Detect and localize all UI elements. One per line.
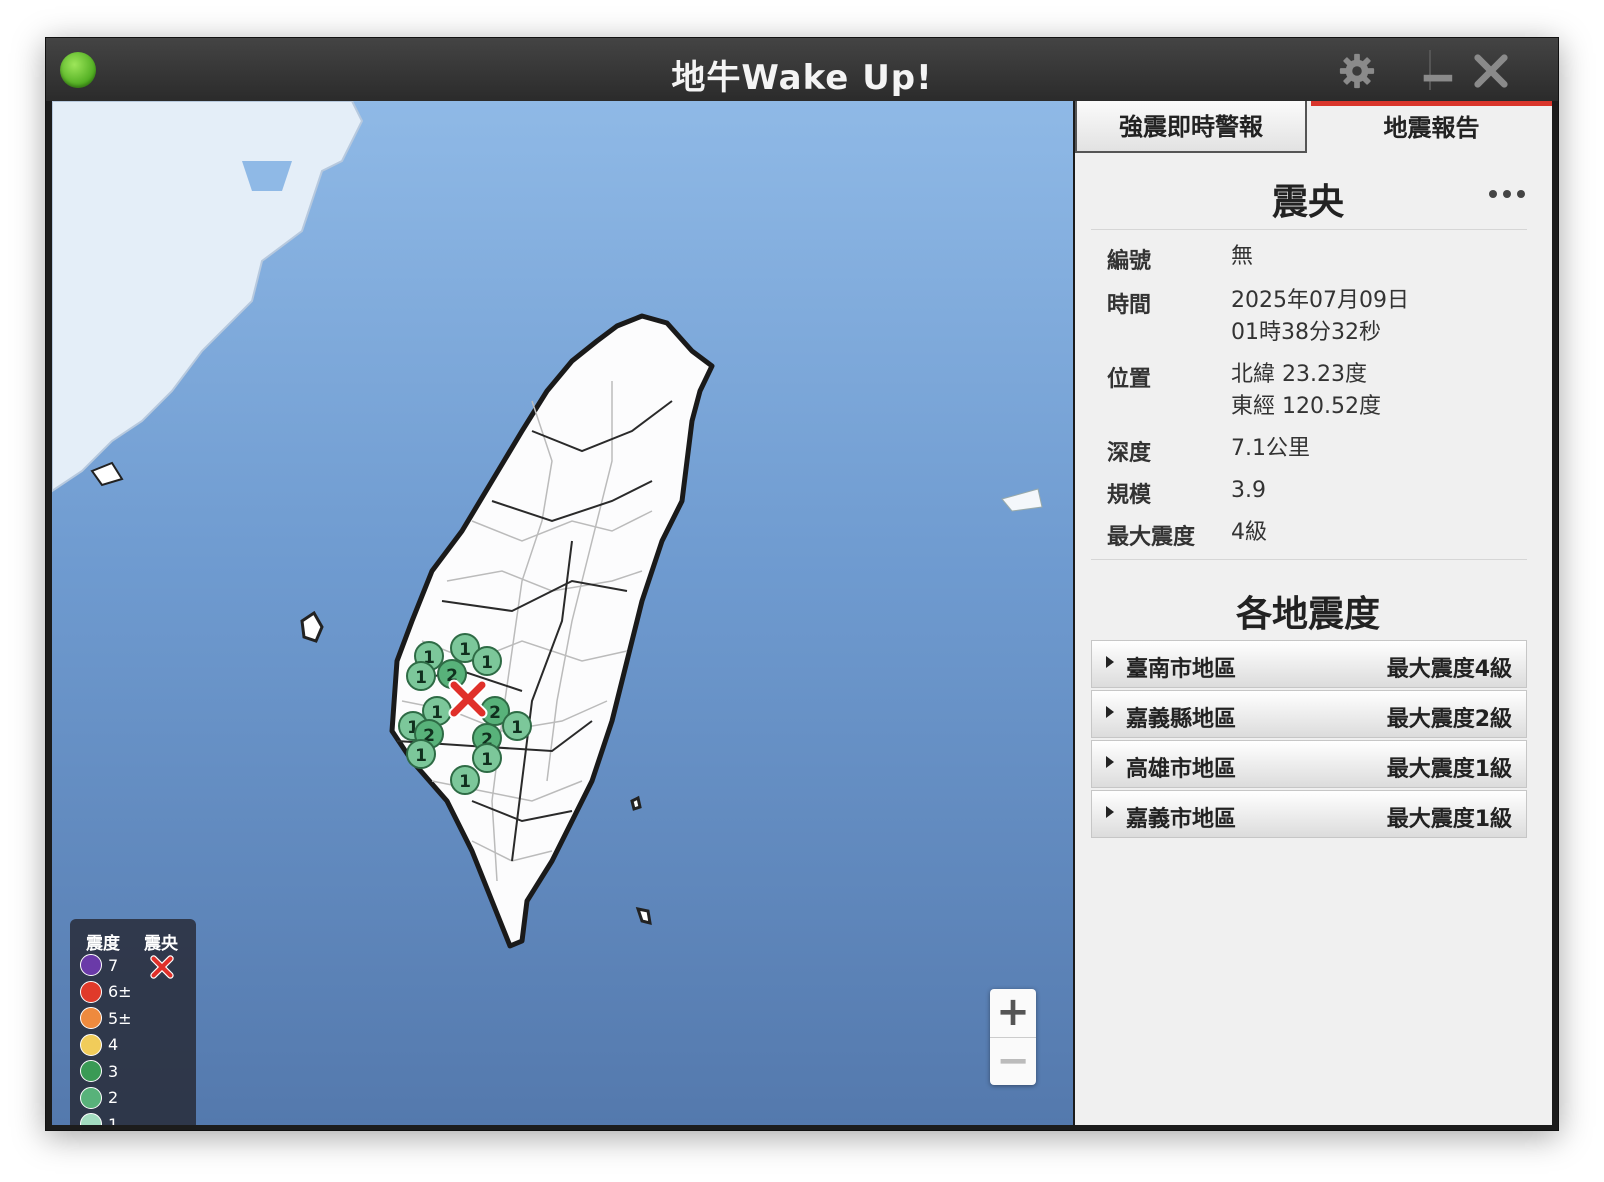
- legend-level-label: 4: [108, 1035, 119, 1054]
- field-value: 4級: [1231, 520, 1267, 545]
- intensity-station-marker[interactable]: 1: [406, 739, 436, 769]
- field-label: 規模: [1107, 483, 1152, 508]
- app-window: 地牛Wake Up! 1 1 1 1 2 1 2 1 2 1 2 1 1 1 震…: [45, 37, 1559, 1131]
- intensity-station-marker[interactable]: 1: [450, 765, 480, 795]
- legend-epicenter-icon: [150, 955, 174, 979]
- intensity-dot-icon: [80, 1060, 102, 1082]
- zoom-control: + −: [990, 989, 1036, 1085]
- region-max-intensity: 最大震度2級: [1386, 707, 1512, 732]
- region-max-intensity: 最大震度1級: [1386, 757, 1512, 782]
- intensity-dot-icon: [80, 980, 102, 1003]
- more-options-icon[interactable]: [1487, 187, 1527, 201]
- legend-level: 2: [80, 1086, 118, 1110]
- zoom-out-button[interactable]: −: [990, 1037, 1036, 1085]
- legend-level-label: 6±: [108, 982, 132, 1001]
- region-max-intensity: 最大震度1級: [1386, 807, 1512, 832]
- region-row[interactable]: 嘉義市地區 最大震度1級: [1091, 790, 1527, 838]
- field-label: 位置: [1107, 367, 1152, 392]
- intensity-dot-icon: [80, 1007, 102, 1029]
- tab-earthquake-report[interactable]: 地震報告: [1311, 101, 1552, 153]
- legend-level: 7: [80, 953, 118, 977]
- settings-gear-icon[interactable]: [1338, 52, 1376, 90]
- legend-level-label: 3: [108, 1061, 119, 1081]
- intensity-dot-icon: [80, 1113, 102, 1125]
- region-row[interactable]: 嘉義縣地區 最大震度2級: [1091, 690, 1527, 738]
- intensity-station-marker[interactable]: 1: [472, 646, 502, 676]
- yonaguni-island: [1001, 488, 1043, 512]
- minimize-icon[interactable]: [1418, 52, 1456, 90]
- epicenter-heading: 震央: [1271, 182, 1344, 223]
- intensity-legend: 震度 震央 7 6± 5± 4 3 2 1: [70, 919, 196, 1125]
- region-max-intensity: 最大震度4級: [1386, 657, 1512, 682]
- report-panel: 強震即時警報 地震報告 震央 編號 無時間 2025年07月09日 01時38分32秒…: [1075, 101, 1552, 1125]
- penghu-island: [300, 610, 324, 643]
- legend-level-label: 5±: [108, 1008, 132, 1028]
- legend-level-label: 2: [108, 1088, 119, 1107]
- field-label: 最大震度: [1107, 525, 1196, 550]
- legend-level: 4: [80, 1033, 118, 1057]
- window-title: 地牛Wake Up!: [671, 58, 933, 98]
- field-value: 無: [1231, 244, 1254, 269]
- intensity-dot-icon: [80, 1033, 102, 1056]
- field-label: 時間: [1107, 293, 1152, 318]
- legend-level: 1: [80, 1112, 118, 1125]
- intensity-station-marker[interactable]: 1: [502, 711, 532, 741]
- regions-heading: 各地震度: [1235, 594, 1380, 635]
- zoom-in-button[interactable]: +: [990, 989, 1036, 1036]
- expand-triangle-icon: [1106, 706, 1114, 718]
- divider: [1091, 229, 1527, 230]
- divider: [1091, 559, 1527, 560]
- earthquake-map[interactable]: 11112121212111 震度 震央 7 6± 5± 4 3 2 1 + −: [52, 101, 1073, 1125]
- tab-realtime-alert[interactable]: 強震即時警報: [1075, 101, 1307, 153]
- mainland-coast: [52, 101, 364, 493]
- kinmen-island: [90, 461, 124, 487]
- region-name: 嘉義市地區: [1126, 807, 1237, 832]
- map-canvas: [52, 101, 1043, 949]
- legend-intensity-header: 震度: [86, 934, 120, 954]
- intensity-dot-icon: [80, 1086, 102, 1109]
- field-value: 7.1公里: [1231, 436, 1310, 461]
- intensity-dot-icon: [80, 954, 102, 976]
- region-row[interactable]: 高雄市地區 最大震度1級: [1091, 740, 1527, 788]
- green-island: [630, 795, 642, 811]
- close-icon[interactable]: [1472, 52, 1510, 90]
- legend-level: 3: [80, 1059, 118, 1083]
- legend-level: 5±: [80, 1006, 132, 1030]
- region-name: 高雄市地區: [1126, 757, 1237, 782]
- field-label: 深度: [1107, 441, 1152, 466]
- region-name: 嘉義縣地區: [1126, 707, 1237, 732]
- epicenter-marker-icon[interactable]: [448, 679, 488, 719]
- legend-level: 6±: [80, 980, 132, 1004]
- title-bar[interactable]: 地牛Wake Up!: [46, 38, 1558, 101]
- expand-triangle-icon: [1106, 756, 1114, 768]
- field-value: 01時38分32秒: [1231, 320, 1381, 345]
- intensity-station-marker[interactable]: 1: [406, 661, 436, 691]
- field-value: 東經 120.52度: [1231, 394, 1381, 419]
- orchid-island: [635, 907, 652, 926]
- field-value: 3.9: [1231, 478, 1266, 503]
- legend-level-label: 1: [108, 1114, 119, 1126]
- legend-level-label: 7: [108, 955, 119, 975]
- region-name: 臺南市地區: [1126, 657, 1237, 682]
- field-value: 2025年07月09日: [1231, 288, 1409, 313]
- field-label: 編號: [1107, 249, 1152, 274]
- field-value: 北緯 23.23度: [1231, 362, 1367, 387]
- legend-epicenter-header: 震央: [144, 934, 178, 954]
- expand-triangle-icon: [1106, 806, 1114, 818]
- expand-triangle-icon: [1106, 656, 1114, 668]
- region-row[interactable]: 臺南市地區 最大震度4級: [1091, 640, 1527, 688]
- intensity-station-marker[interactable]: 1: [472, 743, 502, 773]
